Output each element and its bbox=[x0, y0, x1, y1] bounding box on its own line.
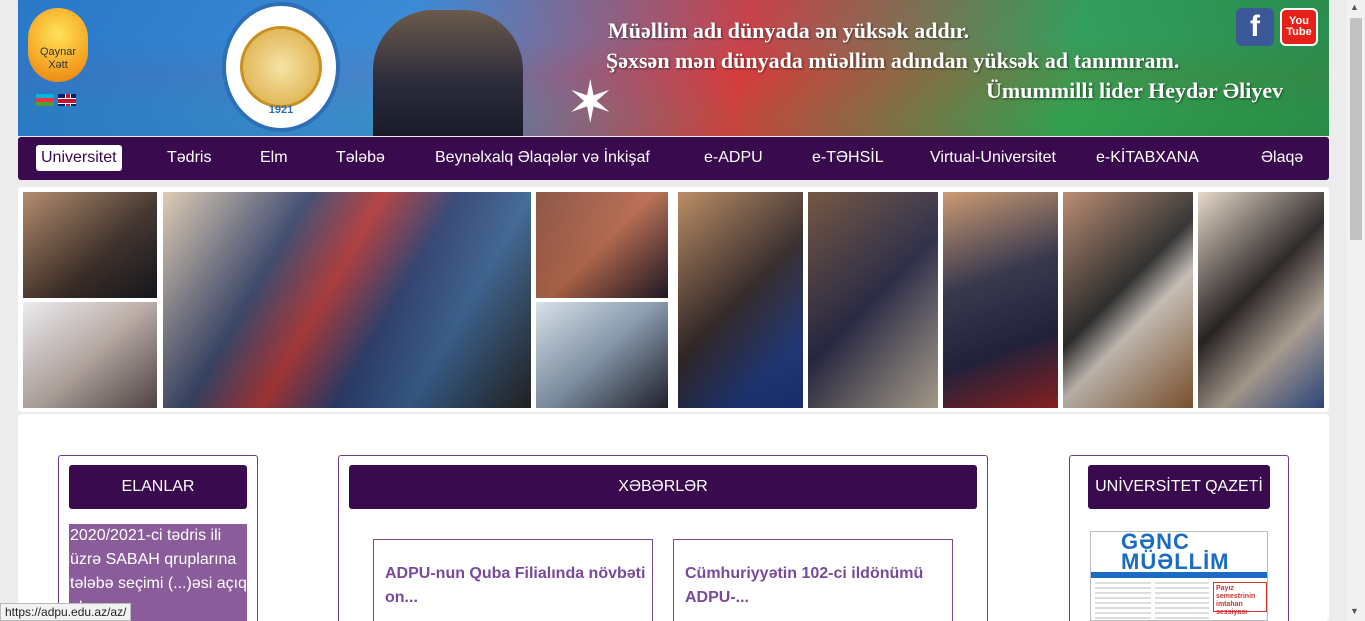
gallery-photo[interactable] bbox=[1198, 192, 1324, 408]
facebook-icon[interactable]: f bbox=[1236, 8, 1274, 46]
quote-line-2: Şəxsən mən dünyada müəllim adından yüksə… bbox=[606, 48, 1180, 73]
announcements-heading: ELANLAR bbox=[69, 465, 247, 509]
nav-item-virtual-universitet[interactable]: Virtual-Universitet bbox=[925, 145, 1061, 171]
gallery-photo[interactable] bbox=[536, 192, 668, 298]
facebook-glyph: f bbox=[1250, 10, 1260, 43]
news-heading: XƏBƏRLƏR bbox=[349, 465, 977, 509]
star-emblem-icon: ✶ bbox=[566, 70, 615, 135]
newspaper-column bbox=[1095, 582, 1151, 620]
scroll-up-icon[interactable]: ▲ bbox=[1350, 2, 1359, 12]
news-card-title[interactable]: Cümhuriyyətin 102-ci ildönümü ADPU-... bbox=[685, 562, 950, 610]
newspaper-title-line-2: MÜƏLLİM bbox=[1121, 549, 1230, 574]
nav-item-beynelxalq[interactable]: Beynəlxalq Əlaqələr və İnkişaf bbox=[430, 145, 655, 171]
hotline-label-2: Xətt bbox=[48, 59, 68, 71]
nav-item-e-tehsil[interactable]: e-TƏHSİL bbox=[807, 145, 889, 171]
newspaper-heading: UNİVERSİTET QAZETİ bbox=[1088, 465, 1270, 509]
newspaper-headline-box: Payız semestrinin imtahan sessiyası bbox=[1213, 582, 1267, 616]
hotline-label-1: Qaynar bbox=[39, 46, 77, 58]
gallery-photo[interactable] bbox=[678, 192, 803, 408]
news-card-title[interactable]: ADPU-nun Quba Filialında növbəti on... bbox=[385, 562, 650, 610]
quote-line-1: Müəllim adı dünyada ən yüksək addır. bbox=[608, 18, 970, 43]
hotline-button[interactable]: Qaynar Xətt bbox=[28, 8, 88, 82]
newspaper-column bbox=[1155, 582, 1209, 620]
news-card[interactable]: ADPU-nun Quba Filialında növbəti on... bbox=[373, 539, 653, 621]
gallery-photo[interactable] bbox=[23, 302, 157, 408]
scroll-down-icon[interactable]: ▼ bbox=[1350, 606, 1359, 616]
news-card[interactable]: Cümhuriyyətin 102-ci ildönümü ADPU-... bbox=[673, 539, 953, 621]
azerbaijan-flag-icon[interactable] bbox=[36, 94, 54, 106]
leader-portrait bbox=[373, 10, 523, 136]
nav-item-elaqe[interactable]: Əlaqə bbox=[1256, 145, 1308, 171]
header-banner: 1921 ✶ Müəllim adı dünyada ən yüksək add… bbox=[18, 0, 1329, 136]
newspaper-title: GƏNC MÜƏLLİM bbox=[1091, 532, 1267, 574]
language-switcher bbox=[36, 94, 76, 106]
gallery-photo[interactable] bbox=[23, 192, 157, 298]
main-navigation: Universitet Tədris Elm Tələbə Beynəlxalq… bbox=[18, 137, 1329, 180]
nav-item-e-kitabxana[interactable]: e-KİTABXANA bbox=[1091, 145, 1204, 171]
youtube-icon[interactable]: You Tube bbox=[1280, 8, 1318, 46]
university-logo[interactable]: 1921 bbox=[222, 2, 340, 132]
gallery-photo-large[interactable] bbox=[163, 192, 531, 408]
gallery-photo[interactable] bbox=[536, 302, 668, 408]
nav-item-e-adpu[interactable]: e-ADPU bbox=[699, 145, 768, 171]
newspaper-thumbnail[interactable]: GƏNC MÜƏLLİM Payız semestrinin imtahan s… bbox=[1090, 531, 1268, 621]
link-status-bar: https://adpu.edu.az/az/ bbox=[0, 603, 132, 621]
newspaper-band bbox=[1091, 572, 1267, 578]
scrollbar-thumb[interactable] bbox=[1350, 18, 1362, 240]
nav-item-universitet[interactable]: Universitet bbox=[36, 145, 122, 171]
nav-item-elm[interactable]: Elm bbox=[255, 145, 293, 171]
youtube-glyph-2: Tube bbox=[1286, 26, 1312, 38]
quote-author: Ümummilli lider Heydər Əliyev bbox=[986, 78, 1284, 103]
gallery-photo[interactable] bbox=[808, 192, 938, 408]
gallery-photo[interactable] bbox=[1063, 192, 1193, 408]
uk-flag-icon[interactable] bbox=[58, 94, 76, 106]
gallery-photo[interactable] bbox=[943, 192, 1058, 408]
logo-emblem bbox=[240, 26, 322, 108]
nav-item-tedris[interactable]: Tədris bbox=[162, 145, 216, 171]
logo-year: 1921 bbox=[268, 104, 294, 116]
photo-gallery bbox=[18, 187, 1329, 412]
nav-item-telebe[interactable]: Tələbə bbox=[331, 145, 390, 171]
